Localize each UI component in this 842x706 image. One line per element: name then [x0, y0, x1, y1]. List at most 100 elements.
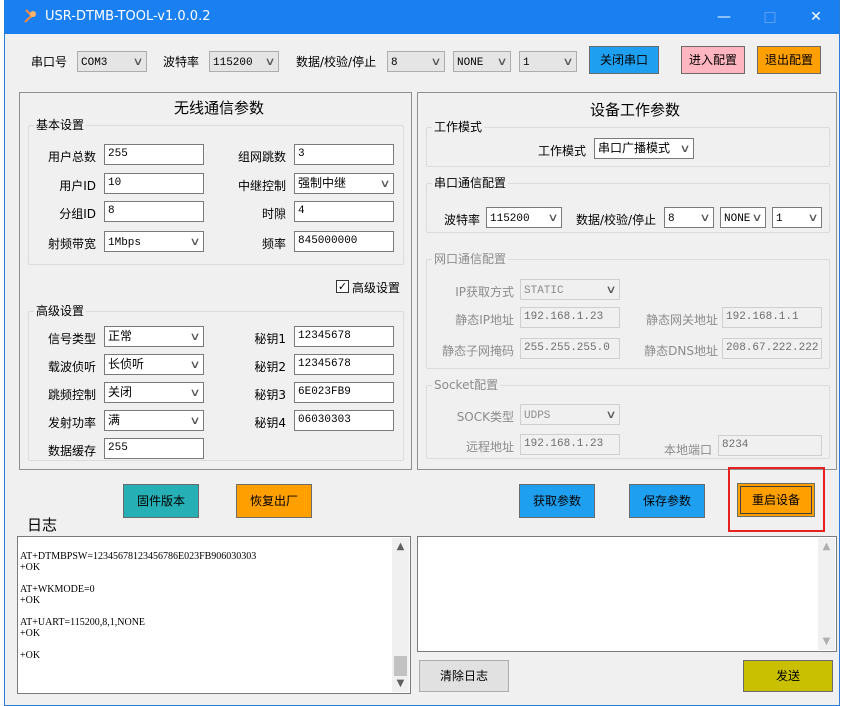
title-bar: USR-DTMB-TOOL-v1.0.0.2 — □ ✕ — [5, 0, 839, 34]
exit-config-button[interactable]: 退出配置 — [757, 46, 821, 74]
stopbits-value: 1 — [523, 57, 530, 69]
rf-bandwidth-value: 1Mbps — [108, 237, 142, 249]
sock-type-value: UDPS — [524, 410, 551, 422]
factory-reset-button[interactable]: 恢复出厂 — [236, 484, 312, 518]
total-users-input[interactable]: 255 — [104, 144, 204, 165]
app-icon — [24, 9, 36, 23]
device-databits-value: 8 — [668, 213, 675, 225]
rf-bandwidth-label: 射频带宽 — [47, 237, 96, 251]
work-mode-select[interactable]: 串口广播模式 ∨ — [594, 138, 694, 159]
databits-select[interactable]: 8 ∨ — [387, 51, 445, 72]
dns-input[interactable]: 208.67.222.222 — [722, 338, 822, 359]
log-output[interactable]: AT+DTMBPSW=12345678123456786E023FB906030… — [17, 536, 411, 694]
local-port-input[interactable]: 8234 — [718, 435, 822, 456]
chevron-down-icon: ∨ — [605, 283, 617, 296]
carrier-select[interactable]: 长侦听 ∨ — [104, 354, 204, 375]
static-ip-label: 静态IP地址 — [455, 313, 514, 327]
relay-select[interactable]: 强制中继 ∨ — [294, 173, 394, 194]
parity-value: NONE — [457, 57, 484, 69]
group-id-label: 分组ID — [59, 207, 96, 221]
firmware-button[interactable]: 固件版本 — [123, 484, 199, 518]
key4-input[interactable]: 06030303 — [294, 410, 394, 431]
advanced-checkbox-label: 高级设置 — [352, 281, 401, 295]
static-ip-input[interactable]: 192.168.1.23 — [520, 307, 620, 328]
carrier-value: 长侦听 — [108, 357, 145, 371]
send-scrollbar[interactable]: ▲ ▼ — [818, 538, 835, 650]
remote-label: 远程地址 — [465, 440, 514, 454]
key1-input[interactable]: 12345678 — [294, 326, 394, 347]
app-window: USR-DTMB-TOOL-v1.0.0.2 — □ ✕ 串口号 COM3 ∨ … — [4, 0, 840, 706]
scroll-up-icon[interactable]: ▲ — [392, 538, 409, 555]
network-hops-label: 组网跳数 — [237, 150, 286, 164]
device-parity-value: NONE — [724, 213, 751, 225]
parity-select[interactable]: NONE ∨ — [453, 51, 511, 72]
chevron-down-icon: ∨ — [189, 358, 201, 371]
total-users-label: 用户总数 — [47, 150, 96, 164]
send-button[interactable]: 发送 — [743, 660, 833, 692]
get-params-button[interactable]: 获取参数 — [519, 484, 595, 518]
basic-settings-title: 基本设置 — [34, 116, 87, 133]
device-baud-select[interactable]: 115200 ∨ — [486, 207, 562, 228]
ip-mode-select[interactable]: STATIC ∨ — [520, 279, 620, 300]
close-port-button[interactable]: 关闭串口 — [589, 46, 659, 74]
scroll-down-icon[interactable]: ▼ — [392, 675, 409, 692]
log-scrollbar[interactable]: ▲ ▼ — [392, 538, 409, 692]
device-databits-select[interactable]: 8 ∨ — [664, 207, 714, 228]
key3-input[interactable]: 6E023FB9 — [294, 382, 394, 403]
buffer-input[interactable]: 255 — [104, 438, 204, 459]
ip-mode-value: STATIC — [524, 285, 564, 297]
minimize-button[interactable]: — — [701, 0, 747, 34]
save-params-button[interactable]: 保存参数 — [629, 484, 705, 518]
scroll-up-icon[interactable]: ▲ — [818, 538, 835, 555]
chevron-down-icon: ∨ — [189, 386, 201, 399]
frequency-label: 频率 — [261, 237, 286, 251]
enter-config-button[interactable]: 进入配置 — [681, 46, 745, 74]
work-mode-title: 工作模式 — [432, 118, 485, 135]
chevron-down-icon: ∨ — [547, 211, 559, 224]
ip-mode-label: IP获取方式 — [455, 285, 514, 299]
maximize-button[interactable]: □ — [747, 0, 793, 34]
signal-type-select[interactable]: 正常 ∨ — [104, 326, 204, 347]
advanced-checkbox[interactable]: ✓ — [336, 280, 349, 293]
sock-type-select[interactable]: UDPS ∨ — [520, 404, 620, 425]
mask-input[interactable]: 255.255.255.0 — [520, 338, 620, 359]
chevron-down-icon: ∨ — [496, 55, 508, 68]
baud-select[interactable]: 115200 ∨ — [209, 51, 279, 72]
send-input[interactable]: ▲ ▼ — [417, 536, 837, 652]
device-stopbits-select[interactable]: 1 ∨ — [772, 207, 822, 228]
frequency-input[interactable]: 845000000 — [294, 231, 394, 252]
device-baud-value: 115200 — [490, 213, 530, 225]
chevron-down-icon: ∨ — [751, 211, 763, 224]
databits-value: 8 — [391, 57, 398, 69]
stopbits-select[interactable]: 1 ∨ — [519, 51, 577, 72]
chevron-down-icon: ∨ — [679, 142, 691, 155]
socket-config-title: Socket配置 — [432, 376, 501, 393]
network-hops-input[interactable]: 3 — [294, 144, 394, 165]
remote-input[interactable]: 192.168.1.23 — [520, 434, 620, 455]
clear-log-button[interactable]: 清除日志 — [419, 660, 509, 692]
chevron-down-icon: ∨ — [430, 55, 442, 68]
gateway-label: 静态网关地址 — [645, 313, 718, 327]
slot-input[interactable]: 4 — [294, 201, 394, 222]
user-id-input[interactable]: 10 — [104, 173, 204, 194]
power-select[interactable]: 满 ∨ — [104, 410, 204, 431]
dps-label: 数据/校验/停止 — [296, 55, 377, 69]
port-select[interactable]: COM3 ∨ — [77, 51, 147, 72]
gateway-input[interactable]: 192.168.1.1 — [722, 307, 822, 328]
scroll-thumb[interactable] — [394, 656, 407, 676]
sock-type-label: SOCK类型 — [456, 410, 514, 424]
work-mode-label: 工作模式 — [538, 144, 587, 158]
device-parity-select[interactable]: NONE ∨ — [720, 207, 766, 228]
chevron-down-icon: ∨ — [562, 55, 574, 68]
window-title: USR-DTMB-TOOL-v1.0.0.2 — [45, 9, 211, 24]
group-id-input[interactable]: 8 — [104, 201, 204, 222]
chevron-down-icon: ∨ — [264, 55, 276, 68]
carrier-label: 载波侦听 — [47, 360, 96, 374]
hopping-select[interactable]: 关闭 ∨ — [104, 382, 204, 403]
user-id-label: 用户ID — [59, 179, 96, 193]
wireless-title: 无线通信参数 — [174, 99, 265, 117]
close-button[interactable]: ✕ — [793, 0, 839, 34]
scroll-down-icon[interactable]: ▼ — [818, 633, 835, 650]
key2-input[interactable]: 12345678 — [294, 354, 394, 375]
rf-bandwidth-select[interactable]: 1Mbps ∨ — [104, 231, 204, 252]
